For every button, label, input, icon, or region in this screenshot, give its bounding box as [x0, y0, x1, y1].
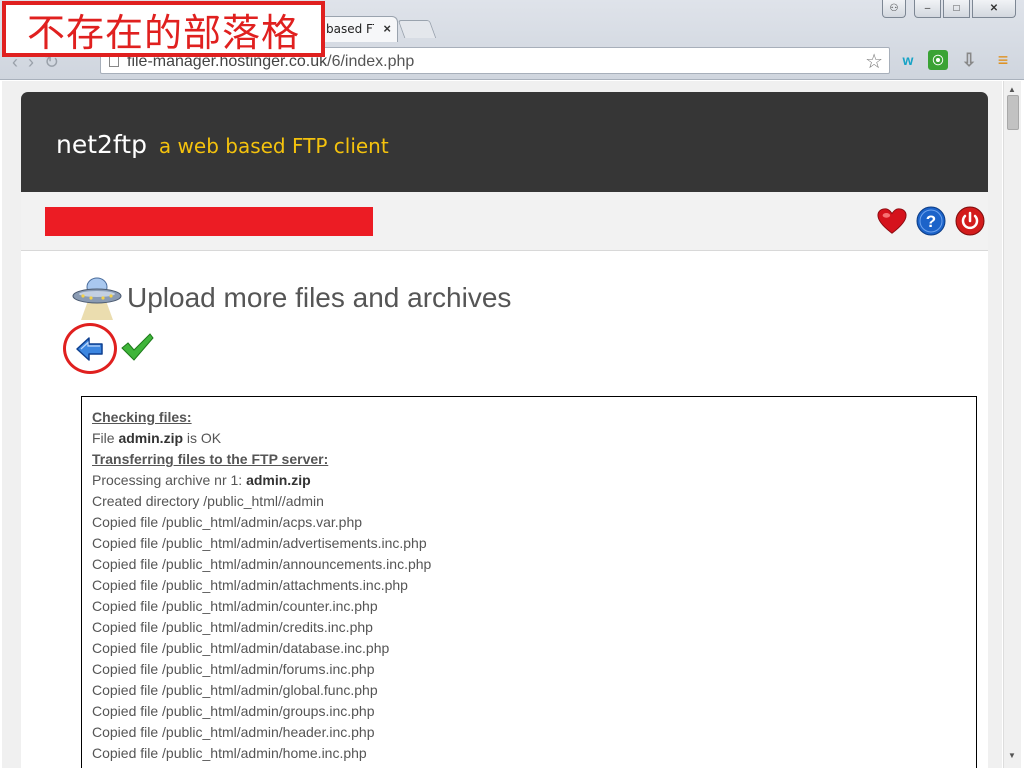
power-icon[interactable]: [955, 206, 985, 236]
log-line: Copied file /public_html/admin/announcem…: [92, 556, 432, 572]
bookmark-star-icon[interactable]: ☆: [865, 49, 883, 74]
scroll-down-icon[interactable]: ▼: [1008, 751, 1016, 760]
main-content: Upload more files and archives Checking …: [21, 251, 988, 768]
extension-w-icon[interactable]: w: [897, 49, 919, 71]
log-line: Copied file /public_html/admin/advertise…: [92, 535, 427, 551]
checking-files-heading: Checking files:: [92, 409, 192, 425]
page-heading: Upload more files and archives: [71, 273, 511, 323]
scroll-thumb[interactable]: [1007, 95, 1019, 130]
extension-download-icon[interactable]: ⇩: [958, 49, 980, 71]
tab-title: based FT: [326, 22, 374, 36]
log-line: Copied file /public_html/admin/groups.in…: [92, 703, 375, 719]
log-line: Copied file /public_html/admin/home.inc.…: [92, 745, 367, 761]
blog-watermark-label: 不存在的部落格: [2, 1, 325, 57]
close-window-button[interactable]: ✕: [972, 0, 1016, 18]
window-controls: ⚇ – □ ✕: [882, 0, 1016, 20]
help-icon[interactable]: ?: [916, 206, 946, 236]
browser-menu-icon[interactable]: ≡: [992, 49, 1014, 71]
brand-name: net2ftp: [56, 130, 147, 159]
log-line: Copied file /public_html/admin/header.in…: [92, 724, 375, 740]
vertical-scrollbar[interactable]: ▲ ▼: [1003, 81, 1021, 768]
brand[interactable]: net2ftp a web based FTP client: [56, 130, 389, 159]
profile-icon[interactable]: ⚇: [882, 0, 906, 18]
minimize-button[interactable]: –: [914, 0, 941, 18]
maximize-button[interactable]: □: [943, 0, 970, 18]
brand-tagline: a web based FTP client: [158, 134, 389, 158]
heart-icon[interactable]: [877, 206, 907, 236]
back-arrow-icon: [76, 336, 103, 361]
log-line: Copied file /public_html/admin/counter.i…: [92, 598, 378, 614]
tab-close-icon[interactable]: ×: [383, 21, 391, 36]
page-viewport: net2ftp a web based FTP client ? Upload …: [2, 81, 1002, 768]
file-check-line: File admin.zip is OK: [92, 430, 222, 446]
processing-archive-line: Processing archive nr 1: admin.zip: [92, 472, 311, 488]
user-bar: ?: [21, 192, 988, 251]
extension-green-icon[interactable]: ⦿: [928, 50, 948, 70]
new-tab-button[interactable]: [397, 20, 437, 38]
scroll-up-icon[interactable]: ▲: [1008, 85, 1016, 94]
log-line: Created directory /public_html//admin: [92, 493, 324, 509]
upload-log: Checking files: File admin.zip is OK Tra…: [81, 396, 977, 768]
transferring-heading: Transferring files to the FTP server:: [92, 451, 329, 467]
log-line: Copied file /public_html/admin/global.fu…: [92, 682, 378, 698]
site-header: net2ftp a web based FTP client: [21, 92, 988, 192]
log-line: Copied file /public_html/admin/acps.var.…: [92, 514, 363, 530]
ufo-icon: [72, 277, 122, 320]
back-button[interactable]: [63, 323, 117, 374]
log-line: Copied file /public_html/admin/attachmen…: [92, 577, 408, 593]
log-line: Copied file /public_html/admin/credits.i…: [92, 619, 373, 635]
action-buttons: [63, 323, 183, 374]
svg-text:?: ?: [926, 212, 936, 231]
redacted-ftp-server-info: [45, 207, 373, 236]
page-title: Upload more files and archives: [127, 282, 512, 313]
log-line: Copied file /public_html/admin/database.…: [92, 640, 390, 656]
log-line: Copied file /public_html/admin/forums.in…: [92, 661, 375, 677]
checkmark-icon[interactable]: [120, 332, 154, 362]
